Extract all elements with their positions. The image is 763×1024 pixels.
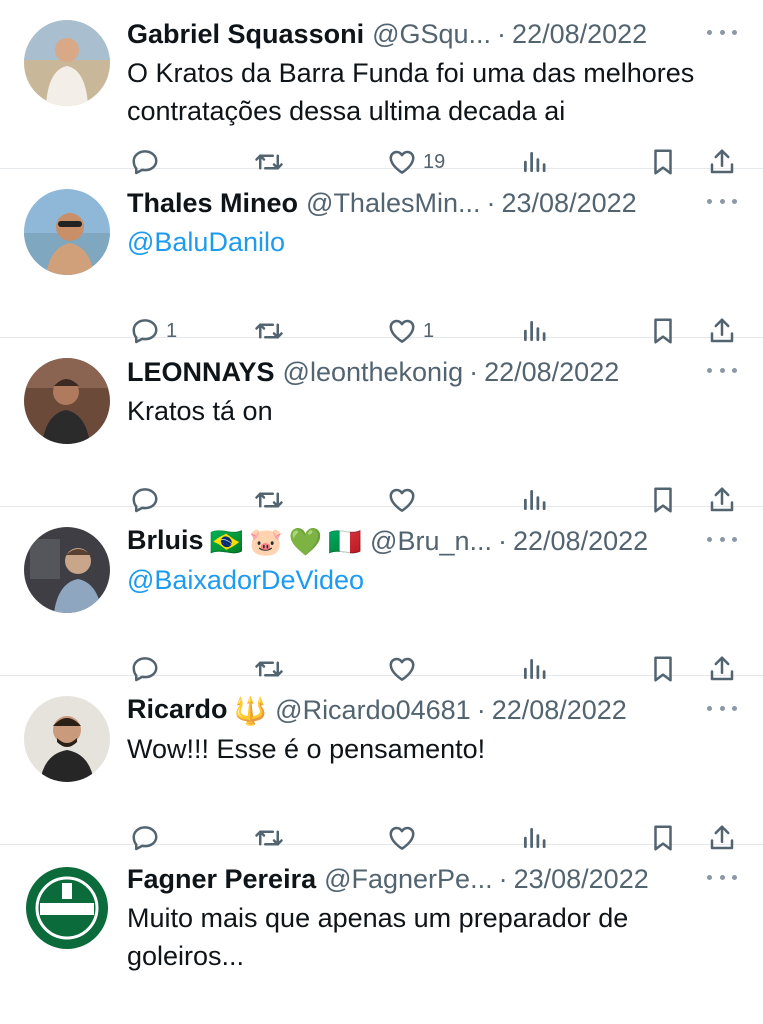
more-options-icon[interactable]: [707, 534, 737, 544]
separator-dot: ·: [498, 864, 508, 894]
more-options-icon[interactable]: [707, 27, 737, 37]
tweet-date[interactable]: 22/08/2022: [492, 693, 627, 727]
trident-emoji: 🔱: [233, 695, 268, 726]
user-handle[interactable]: @Bru_n...: [370, 524, 492, 558]
tweet-header: Fagner Pereira @FagnerPe... · 23/08/2022: [127, 862, 703, 896]
tweet-text: Kratos tá on: [127, 396, 273, 426]
tweet-date[interactable]: 22/08/2022: [484, 355, 619, 389]
display-name[interactable]: LEONNAYS: [127, 355, 275, 389]
tweet-date[interactable]: 23/08/2022: [502, 186, 637, 220]
tweet-header: LEONNAYS @leonthekonig · 22/08/2022: [127, 355, 703, 389]
user-handle[interactable]: @Ricardo04681: [275, 693, 471, 727]
tweet-text: Muito mais que apenas um preparador de g…: [127, 903, 629, 971]
user-handle[interactable]: @leonthekonig: [283, 355, 464, 389]
tweet-header: Ricardo 🔱 @Ricardo04681 · 22/08/2022: [127, 693, 703, 727]
more-options-icon[interactable]: [707, 196, 737, 206]
tweet-header: Thales Mineo @ThalesMin... · 23/08/2022: [127, 186, 703, 220]
more-options-icon[interactable]: [707, 703, 737, 713]
user-handle[interactable]: @ThalesMin...: [306, 186, 480, 220]
avatar[interactable]: [24, 865, 110, 951]
tweet[interactable]: Ricardo 🔱 @Ricardo04681 · 22/08/2022 Wow!…: [0, 676, 763, 851]
avatar[interactable]: [24, 358, 110, 444]
tweet-date[interactable]: 23/08/2022: [514, 862, 649, 896]
more-options-icon[interactable]: [707, 365, 737, 375]
separator-dot: ·: [476, 695, 486, 725]
mention-link[interactable]: @BaixadorDeVideo: [127, 561, 743, 599]
display-name[interactable]: Brluis 🇧🇷 🐷 💚 🇮🇹: [127, 524, 362, 558]
avatar[interactable]: [24, 527, 110, 613]
tweet-date[interactable]: 22/08/2022: [513, 524, 648, 558]
display-name[interactable]: Fagner Pereira: [127, 862, 316, 896]
tweet[interactable]: Thales Mineo @ThalesMin... · 23/08/2022 …: [0, 169, 763, 344]
display-name[interactable]: Thales Mineo: [127, 186, 298, 220]
tweet[interactable]: Gabriel Squassoni @GSqu... · 22/08/2022 …: [0, 0, 763, 175]
tweet-text: Wow!!! Esse é o pensamento!: [127, 734, 486, 764]
display-name[interactable]: Ricardo 🔱: [127, 693, 267, 727]
tweet-date[interactable]: 22/08/2022: [512, 17, 647, 51]
avatar[interactable]: [24, 189, 110, 275]
pig-emoji: 🐷: [249, 526, 283, 557]
tweet-header: Brluis 🇧🇷 🐷 💚 🇮🇹 @Bru_n... · 22/08/2022: [127, 524, 703, 558]
user-handle[interactable]: @GSqu...: [372, 17, 491, 51]
tweet[interactable]: Fagner Pereira @FagnerPe... · 23/08/2022…: [0, 845, 763, 1014]
reply-feed: Gabriel Squassoni @GSqu... · 22/08/2022 …: [0, 0, 763, 1014]
separator-dot: ·: [469, 357, 479, 387]
green-heart-emoji: 💚: [288, 526, 323, 557]
flag-italy-emoji: 🇮🇹: [328, 526, 363, 557]
more-options-icon[interactable]: [707, 872, 737, 882]
separator-dot: ·: [486, 188, 496, 218]
separator-dot: ·: [497, 19, 507, 49]
avatar[interactable]: [24, 696, 110, 782]
mention-link[interactable]: @BaluDanilo: [127, 223, 743, 261]
tweet-header: Gabriel Squassoni @GSqu... · 22/08/2022: [127, 17, 703, 51]
display-name[interactable]: Gabriel Squassoni: [127, 17, 364, 51]
flag-brazil-emoji: 🇧🇷: [209, 526, 244, 557]
user-handle[interactable]: @FagnerPe...: [324, 862, 493, 896]
separator-dot: ·: [498, 526, 507, 556]
avatar[interactable]: [24, 20, 110, 106]
tweet[interactable]: LEONNAYS @leonthekonig · 22/08/2022 Krat…: [0, 338, 763, 513]
tweet[interactable]: Brluis 🇧🇷 🐷 💚 🇮🇹 @Bru_n... · 22/08/2022 @Bai…: [0, 507, 763, 682]
tweet-text: O Kratos da Barra Funda foi uma das melh…: [127, 58, 695, 126]
